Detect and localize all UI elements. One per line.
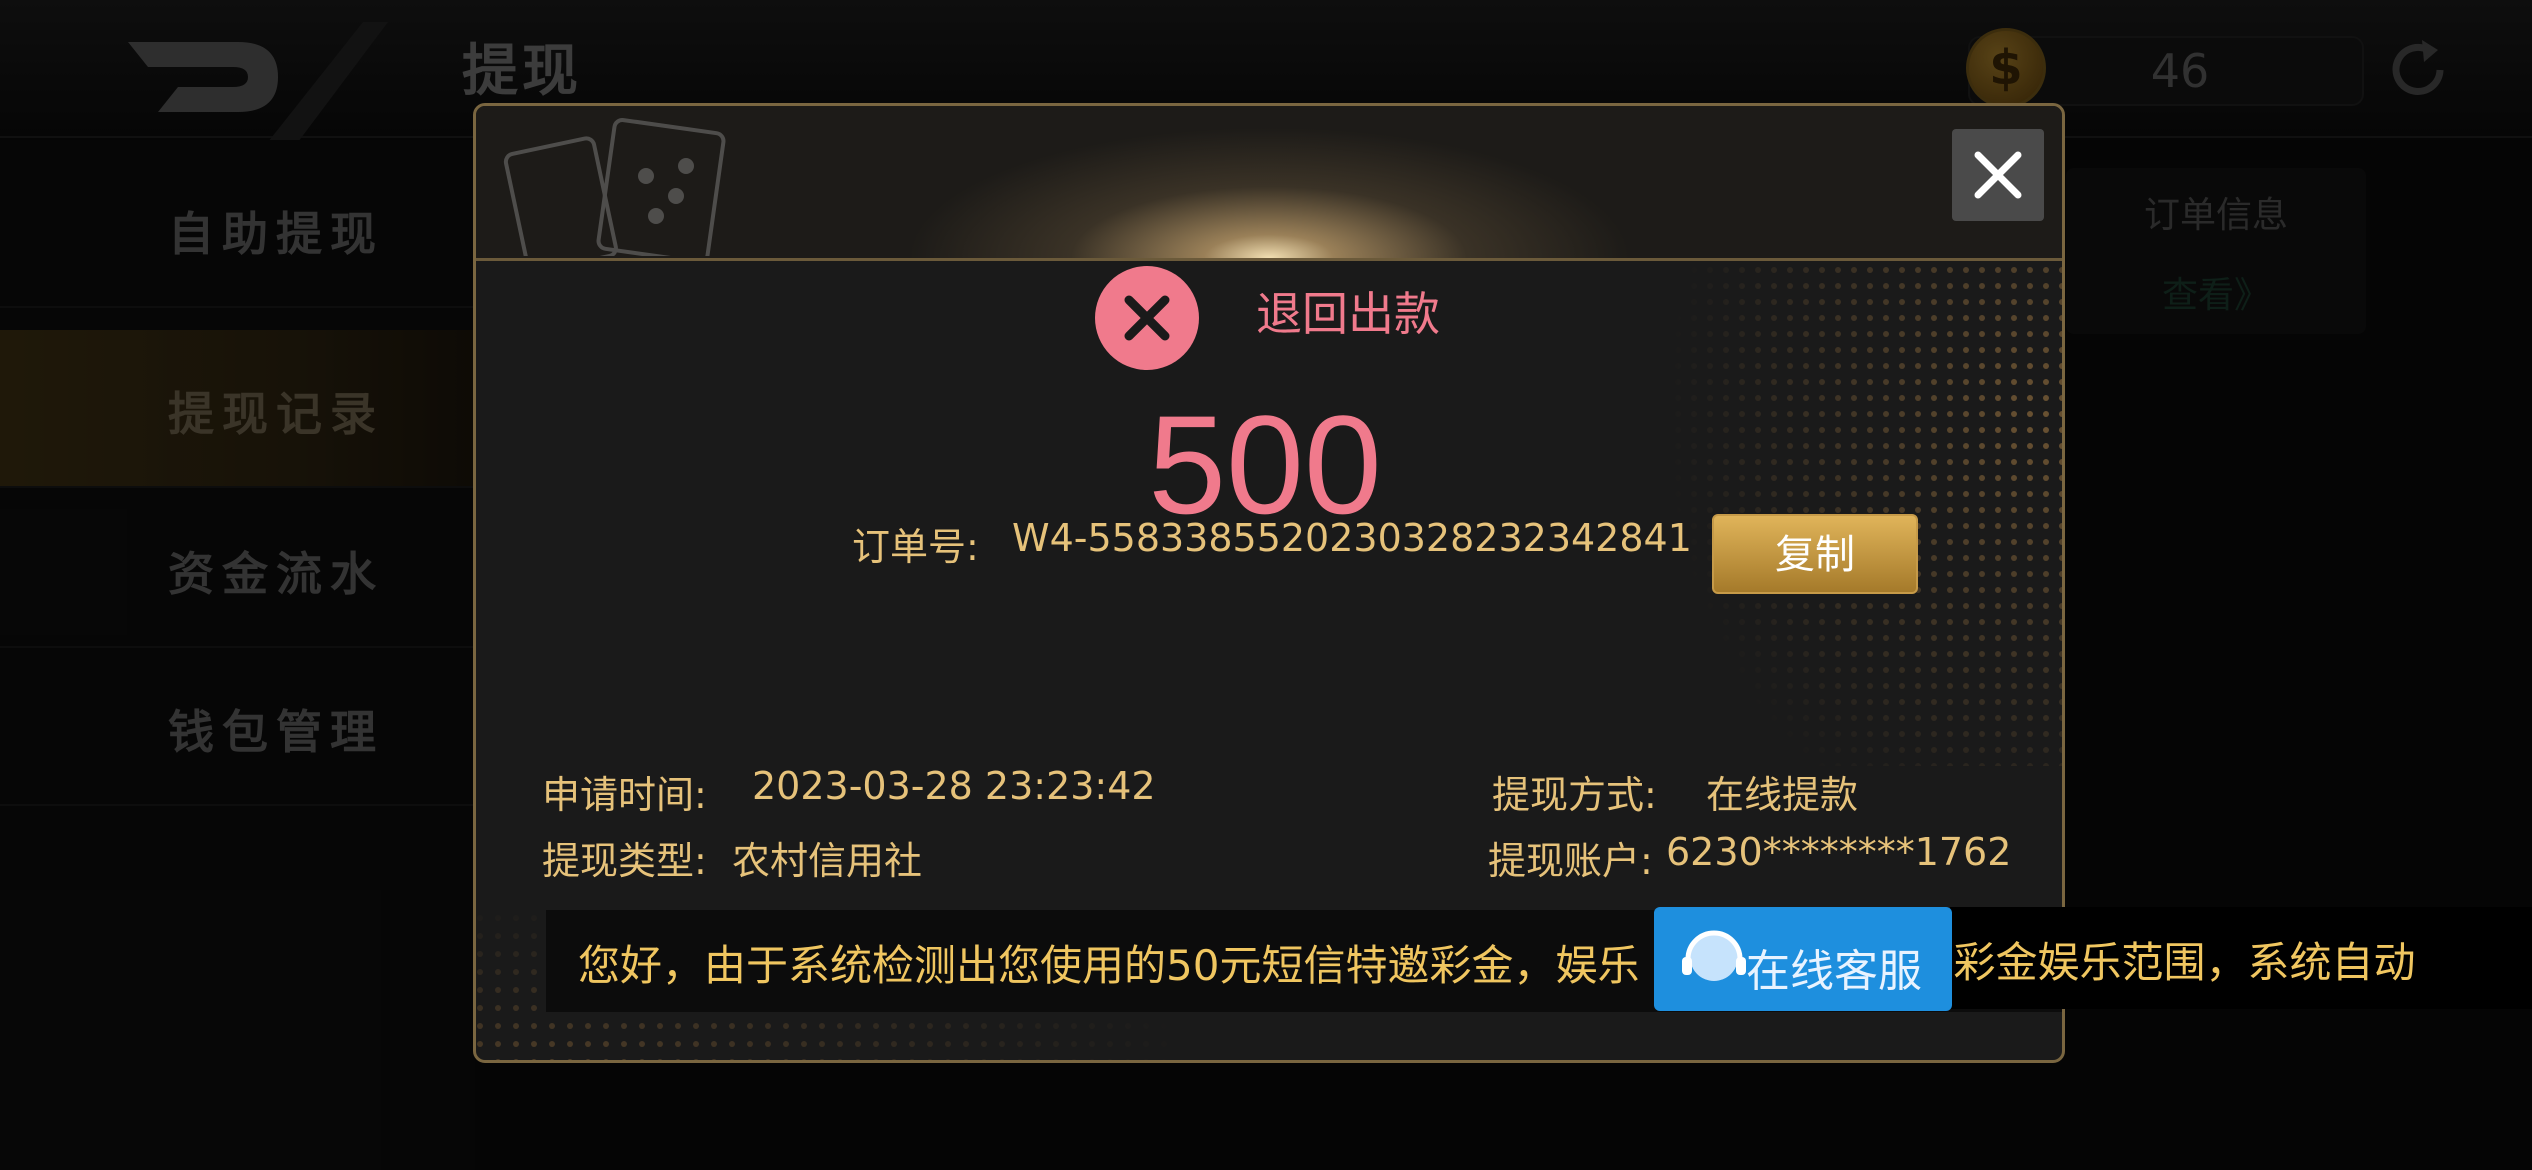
online-support-button[interactable]: 在线客服 bbox=[1654, 907, 1952, 1011]
apply-time-label: 申请时间: bbox=[542, 773, 707, 817]
apply-time-value: 2023-03-28 23:23:42 bbox=[752, 764, 1156, 808]
order-number-label: 订单号: bbox=[852, 525, 979, 569]
notice-overflow-text: 您好，由于系统检测出您使用的50元短信特邀彩金，娱乐【百家乐】，超出彩金娱乐范围… bbox=[1950, 938, 2416, 987]
order-number-value: W4-558338552023032823234284​1 bbox=[1012, 516, 1692, 560]
withdraw-type-label: 提现类型: bbox=[542, 839, 707, 883]
headset-icon bbox=[1682, 930, 1746, 981]
close-icon bbox=[1974, 151, 2022, 199]
withdraw-type-value: 农村信用社 bbox=[732, 839, 923, 883]
withdraw-account-value: 6230********1762 bbox=[1666, 830, 2012, 874]
withdraw-account-label: 提现账户: bbox=[1488, 839, 1653, 883]
close-button[interactable] bbox=[1952, 129, 2044, 221]
notice-overflow: 您好，由于系统检测出您使用的50元短信特邀彩金，娱乐【百家乐】，超出彩金娱乐范围… bbox=[1950, 907, 2532, 1009]
copy-button[interactable]: 复制 bbox=[1712, 514, 1918, 594]
withdraw-method-value: 在线提款 bbox=[1706, 773, 1859, 817]
withdraw-method-label: 提现方式: bbox=[1492, 773, 1657, 817]
online-support-label: 在线客服 bbox=[1746, 946, 1922, 997]
status-text: 退回出款 bbox=[1256, 287, 1440, 341]
playing-cards-icon bbox=[503, 118, 726, 256]
failed-status-icon bbox=[1095, 266, 1199, 370]
modal-header bbox=[476, 106, 2062, 261]
